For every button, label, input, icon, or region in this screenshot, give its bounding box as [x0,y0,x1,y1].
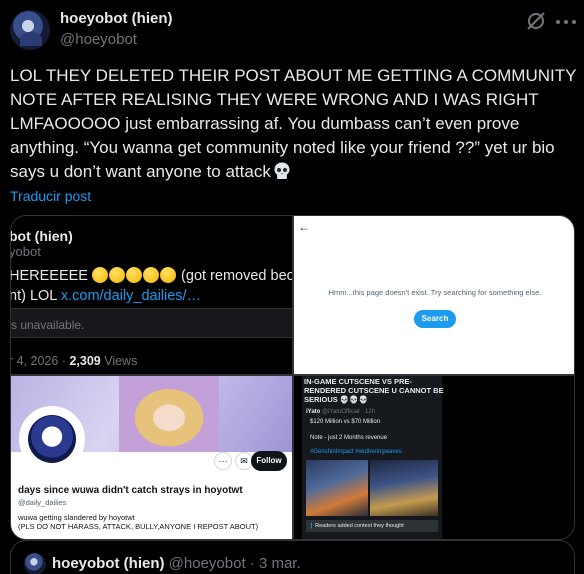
banner-art [119,376,219,452]
quoted-author-handle: @hoeyobot [168,555,246,572]
search-button: Search [414,310,456,328]
grok-slash-icon[interactable] [525,10,547,32]
profile-bio-line: (PLS DO NOT HARASS, ATTACK, BULLY,ANYONE… [18,522,259,531]
inner-post-note: Note - just 2 Months revenue [310,435,388,441]
unavailable-notice: s unavailable. [11,308,292,338]
quoted-author-avatar [24,553,46,574]
not-found-message: Hmm...this page doesn't exist. Try searc… [328,288,542,297]
screenshot-caption: IN-GAME CUTSCENE VS PRE-RENDERED CUTSCEN… [304,377,444,404]
author-name[interactable]: hoeyobot (hien) [60,10,173,27]
translate-link[interactable]: Traducir post [10,188,91,204]
profile-handle: @daily_dailies [18,498,67,507]
inner-post-hashtags: #GenshinImpact #wutheringwaves [310,449,402,455]
profile-name: days since wuwa didn't catch strays in h… [18,485,243,496]
quoted-author-name: hoeyobot (hien) [52,555,165,572]
media-image-3[interactable]: ··· ✉ Follow days since wuwa didn't catc… [11,376,292,539]
follow-button: Follow [251,451,287,471]
tweet-body: LOL THEY DELETED THEIR POST ABOUT ME GET… [10,66,577,181]
media-image-2[interactable]: ← Hmm...this page doesn't exist. Try sea… [294,216,574,374]
media-image-4[interactable]: IN-GAME CUTSCENE VS PRE-RENDERED CUTSCEN… [294,376,574,539]
thinking-face-icon [109,267,126,283]
media-image-1[interactable]: bot (hien) yobot HEREEEEE (got removed b… [11,216,292,374]
game-screenshot-right [370,460,438,516]
quoted-post-date: · 3 mar. [245,555,301,572]
game-screenshot-left [306,460,368,516]
screenshot-post-text: HEREEEEE (got removed because I w nt) LO… [11,267,292,304]
thinking-face-icon [126,267,143,283]
thinking-face-icon [143,267,160,283]
screenshot-link: x.com/daily_dailies/… [60,288,202,304]
inner-post-revenue: $120 Million vs $70 Million [310,419,381,425]
tweet-text: LOL THEY DELETED THEIR POST ABOUT ME GET… [10,64,580,184]
skull-icon [274,162,290,179]
more-dots-icon: ··· [214,452,232,470]
community-note-bar: ❙ Readers added context they thought [306,520,438,532]
author-handle[interactable]: @hoeyobot [60,31,137,48]
tweet-header: hoeyobot (hien) @hoeyobot [0,0,584,60]
inner-post-author: iYato @iYatoOfficial · 12h [306,409,375,415]
profile-avatar [19,406,85,472]
profile-bio-line: wuwa getting slandered by hoyotwt [18,513,135,522]
screenshot-author-name: bot (hien) [11,228,73,244]
author-avatar[interactable] [10,10,50,50]
screenshot-author-handle: yobot [11,244,41,259]
quoted-post-header: hoeyobot (hien) @hoeyobot · 3 mar. [52,555,301,572]
media-grid: bot (hien) yobot HEREEEEE (got removed b… [10,215,575,540]
thinking-face-icon [160,267,177,283]
back-arrow-icon: ← [298,220,310,234]
screenshot-meta: r 4, 2026 · 2,309 Views [11,354,138,368]
more-dots-icon[interactable] [556,12,576,32]
thinking-face-icon [92,267,109,283]
